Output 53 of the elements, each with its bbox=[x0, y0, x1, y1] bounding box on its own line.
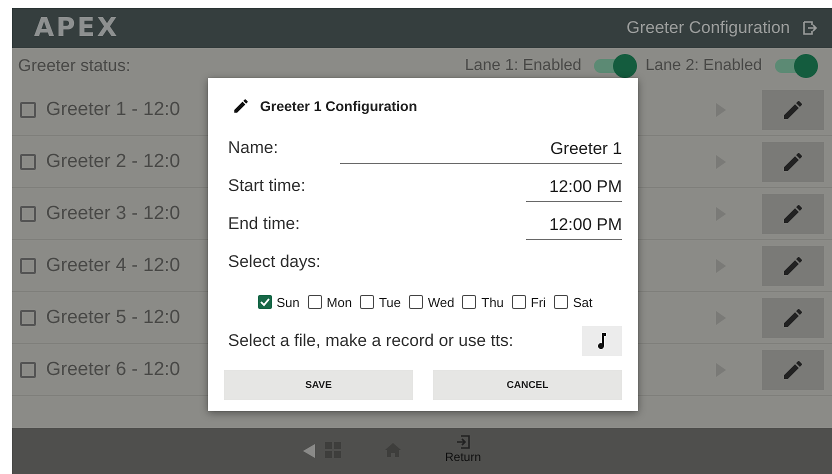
greeter-label: Greeter 2 - 12:0 bbox=[46, 150, 180, 172]
edit-button[interactable] bbox=[762, 246, 824, 286]
lane-label: Lane 1: Enabled bbox=[464, 57, 582, 75]
checkbox[interactable] bbox=[308, 295, 322, 309]
day-label: Tue bbox=[378, 294, 401, 310]
checkbox[interactable] bbox=[360, 295, 374, 309]
edit-button[interactable] bbox=[762, 298, 824, 338]
lane-label: Lane 2: Enabled bbox=[645, 57, 762, 75]
greeter-label: Greeter 3 - 12:0 bbox=[46, 202, 180, 224]
cancel-button[interactable]: CANCEL bbox=[433, 370, 622, 400]
checkbox[interactable] bbox=[20, 258, 36, 274]
checkbox[interactable] bbox=[20, 362, 36, 378]
greeter-label: Greeter 6 - 12:0 bbox=[46, 358, 180, 380]
checkbox[interactable] bbox=[20, 206, 36, 222]
edit-button[interactable] bbox=[762, 194, 824, 234]
checkbox[interactable] bbox=[20, 154, 36, 170]
input-field[interactable]: 12:00 PM bbox=[526, 215, 622, 240]
day-label: Fri bbox=[530, 294, 546, 310]
days-label: Select days: bbox=[228, 252, 321, 273]
music-note-icon bbox=[597, 333, 607, 349]
music-button[interactable] bbox=[582, 326, 622, 356]
audio-label: Select a file, make a record or use tts: bbox=[228, 331, 514, 351]
edit-button[interactable] bbox=[762, 350, 824, 390]
checkbox[interactable] bbox=[20, 310, 36, 326]
pencil-icon bbox=[232, 97, 250, 115]
day-label: Sat bbox=[572, 294, 592, 310]
greeter-label: Greeter 1 - 12:0 bbox=[46, 98, 180, 120]
input-field[interactable]: Greeter 1 bbox=[340, 139, 622, 164]
field-label: End time: bbox=[228, 214, 300, 235]
exit-icon[interactable] bbox=[802, 20, 818, 36]
save-button[interactable]: SAVE bbox=[224, 370, 413, 400]
day-label: Mon bbox=[326, 294, 352, 310]
dialog-title: Greeter 1 Configuration bbox=[260, 98, 418, 114]
input-field[interactable]: 12:00 PM bbox=[526, 177, 622, 202]
greeter-label: Greeter 4 - 12:0 bbox=[46, 254, 180, 276]
checkbox[interactable] bbox=[462, 295, 476, 309]
return-icon bbox=[455, 434, 471, 450]
checkbox[interactable] bbox=[258, 295, 272, 309]
checkbox[interactable] bbox=[20, 102, 36, 118]
field-label: Start time: bbox=[228, 176, 306, 197]
day-label: Wed bbox=[428, 294, 454, 310]
page-title: Greeter Configuration bbox=[626, 18, 790, 38]
checkbox[interactable] bbox=[554, 295, 568, 309]
day-label: Thu bbox=[481, 294, 504, 310]
edit-button[interactable] bbox=[762, 142, 824, 182]
logo: APEX bbox=[34, 13, 119, 43]
day-label: Sun bbox=[276, 294, 300, 310]
checkbox[interactable] bbox=[512, 295, 526, 309]
edit-button[interactable] bbox=[762, 90, 824, 130]
status-label: Greeter status: bbox=[18, 56, 130, 76]
greeter-label: Greeter 5 - 12:0 bbox=[46, 306, 180, 328]
field-label: Name: bbox=[228, 138, 278, 159]
checkbox[interactable] bbox=[408, 295, 423, 309]
